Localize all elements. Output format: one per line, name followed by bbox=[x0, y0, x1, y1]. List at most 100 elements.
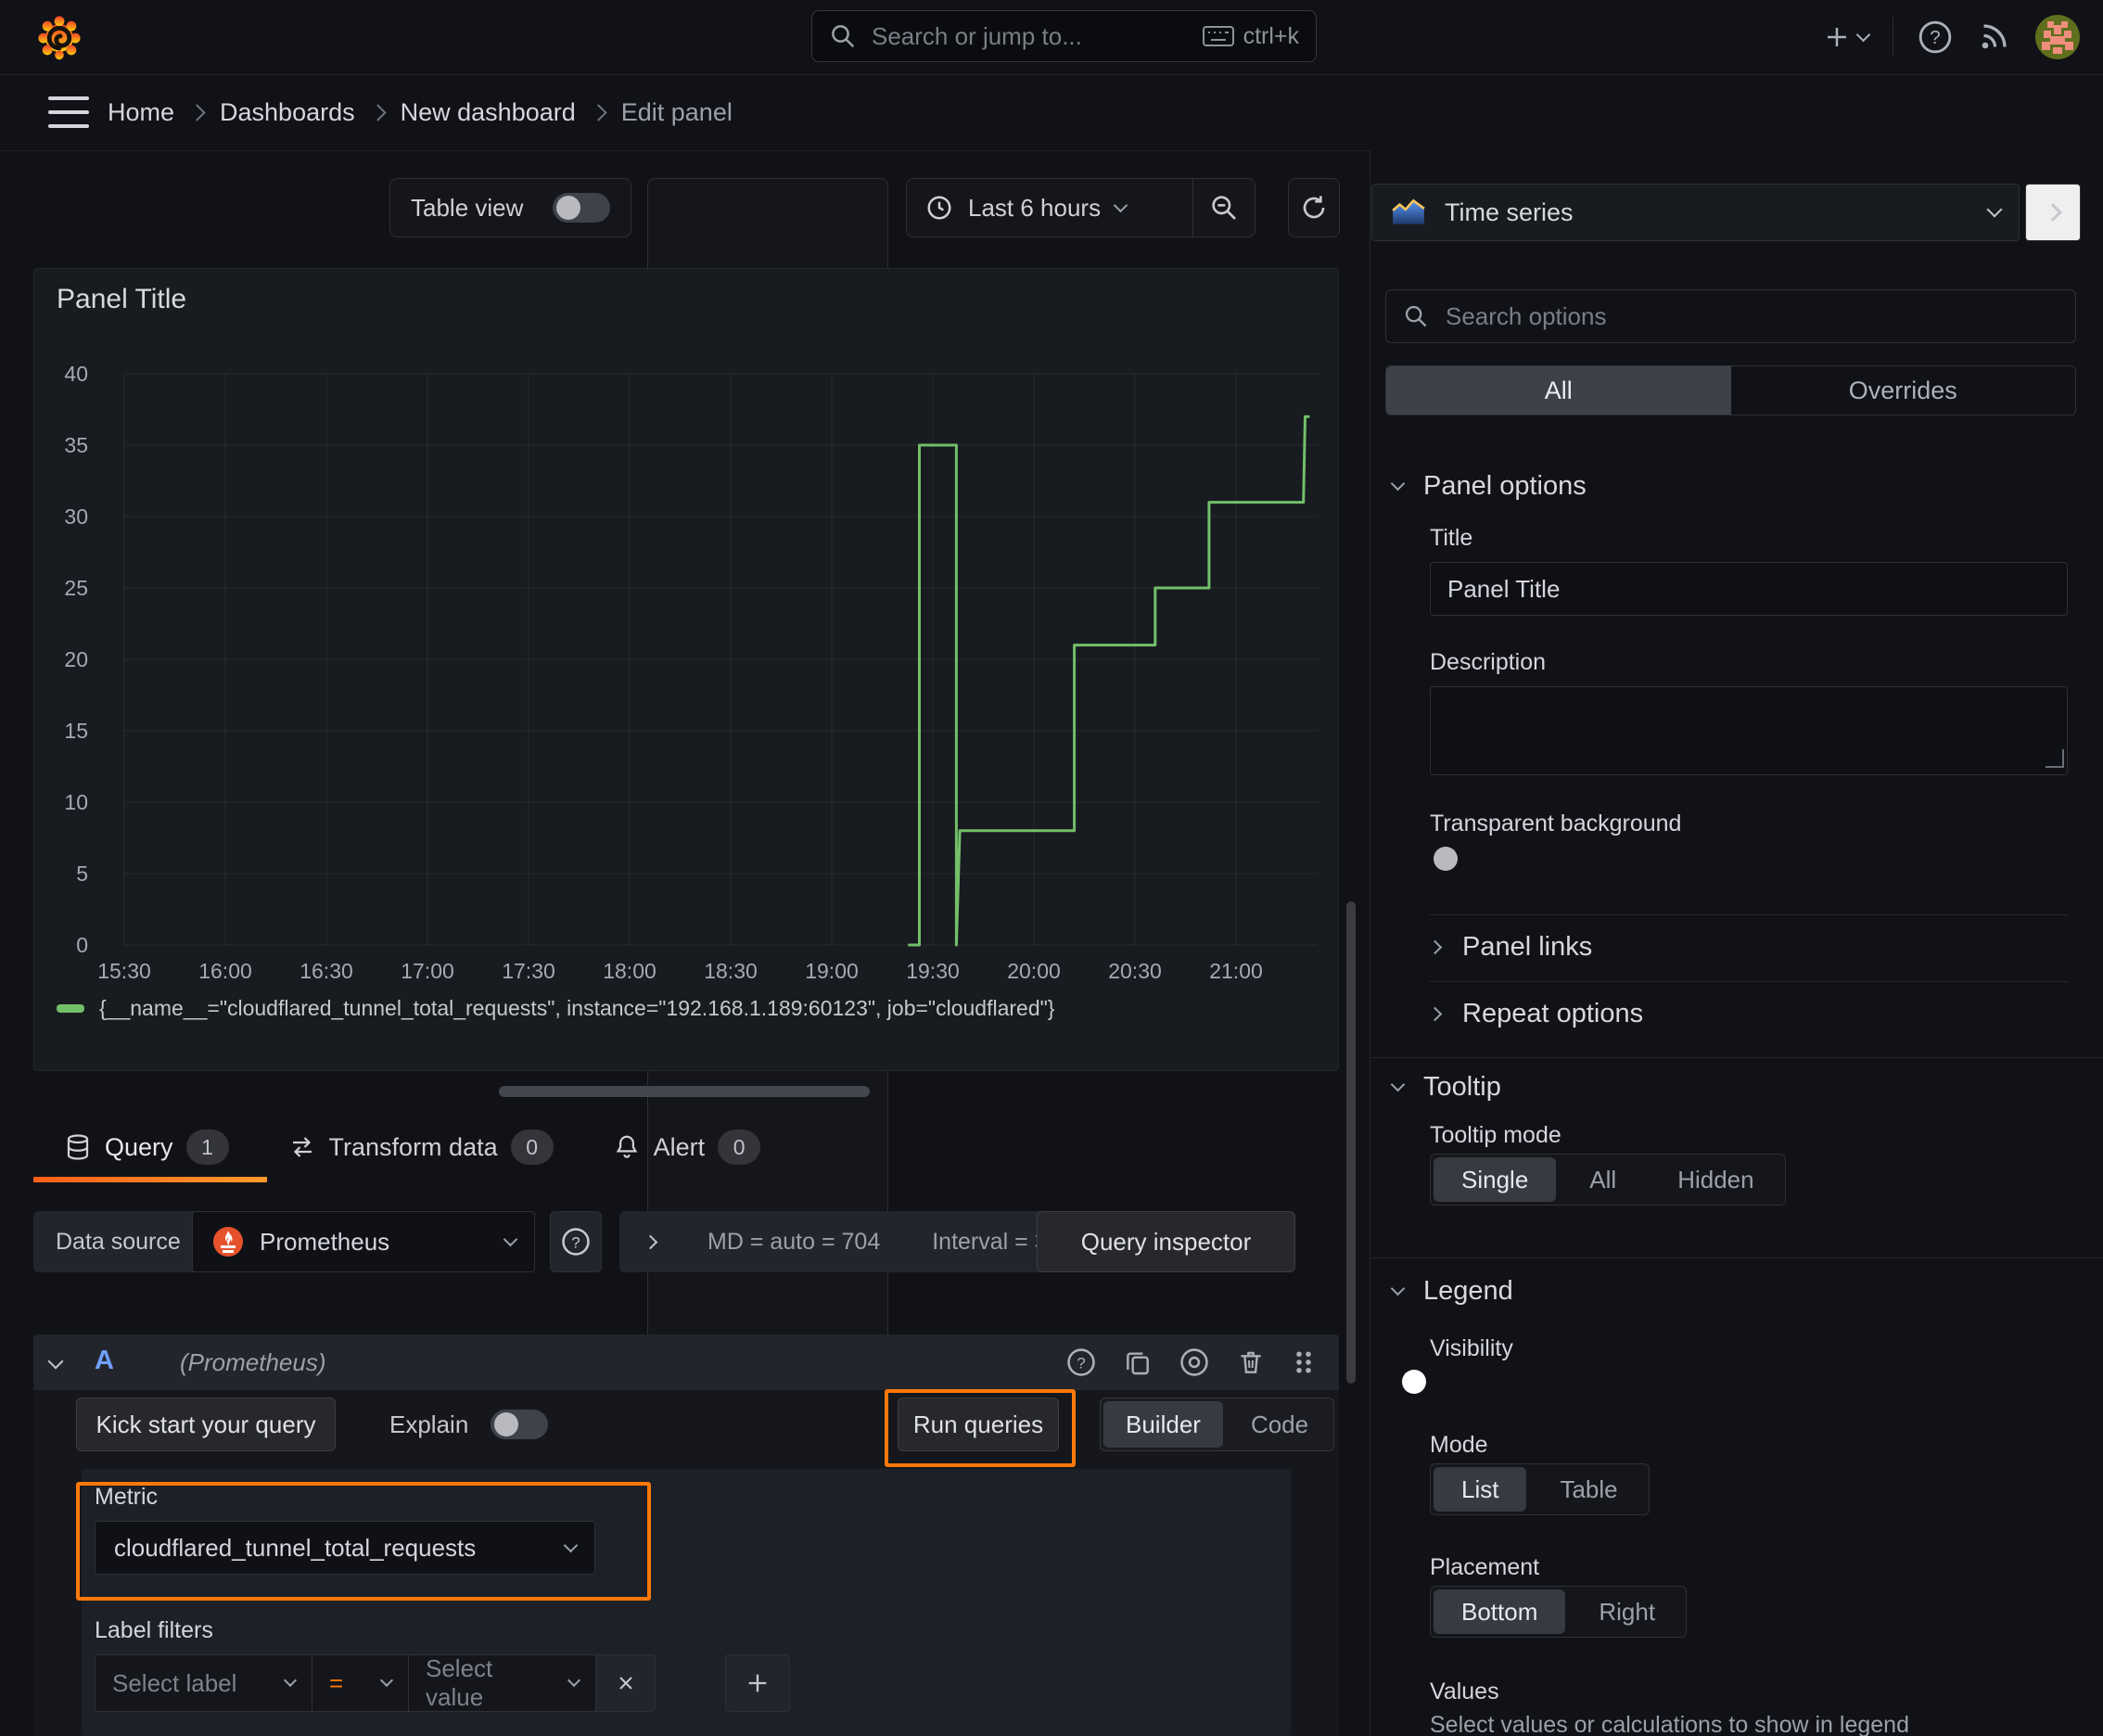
tooltip-all-option[interactable]: All bbox=[1561, 1157, 1644, 1202]
duplicate-query-icon[interactable] bbox=[1123, 1347, 1153, 1377]
operator-dropdown[interactable]: = bbox=[312, 1654, 409, 1712]
divider bbox=[1430, 914, 2068, 915]
tab-overrides[interactable]: Overrides bbox=[1731, 366, 2076, 415]
metric-select[interactable]: cloudflared_tunnel_total_requests bbox=[95, 1521, 595, 1575]
query-inspector-button[interactable]: Query inspector bbox=[1037, 1211, 1295, 1272]
legend-heading: Legend bbox=[1423, 1276, 1513, 1306]
tab-all[interactable]: All bbox=[1386, 366, 1731, 415]
menu-toggle-icon[interactable] bbox=[48, 96, 89, 128]
refresh-button[interactable] bbox=[1288, 178, 1340, 237]
tooltip-section-header[interactable]: Tooltip bbox=[1390, 1072, 1501, 1103]
add-new-button[interactable] bbox=[1823, 23, 1871, 51]
tab-transform[interactable]: Transform data 0 bbox=[288, 1130, 554, 1165]
tooltip-hidden-option[interactable]: Hidden bbox=[1650, 1157, 1781, 1202]
svg-text:?: ? bbox=[1077, 1354, 1085, 1372]
series-label[interactable]: {__name__="cloudflared_tunnel_total_requ… bbox=[99, 996, 1054, 1021]
search-input[interactable] bbox=[870, 20, 1190, 52]
svg-text:15: 15 bbox=[64, 719, 88, 743]
select-label-dropdown[interactable]: Select label bbox=[95, 1654, 312, 1712]
news-button[interactable] bbox=[1977, 20, 2010, 54]
tooltip-heading: Tooltip bbox=[1423, 1072, 1501, 1102]
explain-toggle[interactable] bbox=[491, 1410, 549, 1439]
panel-title-input[interactable] bbox=[1430, 562, 2068, 616]
query-ref-id[interactable]: A bbox=[95, 1346, 114, 1376]
placement-bottom-option[interactable]: Bottom bbox=[1434, 1589, 1566, 1634]
zoom-out-icon bbox=[1212, 196, 1236, 220]
tab-query[interactable]: Query 1 bbox=[64, 1130, 229, 1165]
datasource-help-button[interactable]: ? bbox=[550, 1211, 602, 1272]
top-nav-actions: ? bbox=[1823, 0, 2081, 74]
chevron-down-icon[interactable] bbox=[47, 1353, 64, 1372]
drag-handle-icon[interactable] bbox=[1292, 1348, 1316, 1376]
legend-section-header[interactable]: Legend bbox=[1390, 1276, 1513, 1307]
remove-filter-button[interactable] bbox=[596, 1654, 656, 1712]
options-search[interactable] bbox=[1385, 289, 2076, 343]
delete-query-icon[interactable] bbox=[1236, 1347, 1266, 1377]
run-queries-button[interactable]: Run queries bbox=[898, 1398, 1059, 1451]
tooltip-mode-label: Tooltip mode bbox=[1430, 1122, 1561, 1148]
code-option[interactable]: Code bbox=[1229, 1401, 1331, 1448]
time-range-picker[interactable]: Last 6 hours bbox=[907, 179, 1192, 236]
svg-text:20:00: 20:00 bbox=[1007, 959, 1061, 983]
global-search[interactable]: ctrl+k bbox=[811, 10, 1317, 62]
chart-legend: {__name__="cloudflared_tunnel_total_requ… bbox=[57, 996, 1054, 1021]
panel-description-textarea[interactable] bbox=[1430, 686, 2068, 775]
breadcrumb-new-dashboard[interactable]: New dashboard bbox=[401, 98, 576, 127]
legend-mode-segment: List Table bbox=[1430, 1463, 1650, 1515]
series-color-swatch[interactable] bbox=[57, 1004, 84, 1013]
resize-handle[interactable] bbox=[499, 1086, 870, 1097]
breadcrumb-dashboards[interactable]: Dashboards bbox=[220, 98, 355, 127]
grafana-logo-icon[interactable] bbox=[35, 11, 83, 63]
svg-text:5: 5 bbox=[76, 862, 88, 886]
tab-alert[interactable]: Alert 0 bbox=[613, 1130, 761, 1165]
legend-list-option[interactable]: List bbox=[1434, 1467, 1527, 1512]
close-icon bbox=[618, 1677, 632, 1690]
add-filter-button[interactable] bbox=[725, 1654, 790, 1712]
placement-right-option[interactable]: Right bbox=[1571, 1589, 1683, 1634]
transform-icon bbox=[292, 1137, 312, 1157]
datasource-name: Prometheus bbox=[260, 1227, 390, 1256]
breadcrumb-home[interactable]: Home bbox=[108, 98, 174, 127]
collapse-sidebar-button[interactable] bbox=[2025, 184, 2081, 241]
legend-table-option[interactable]: Table bbox=[1532, 1467, 1645, 1512]
toggle-query-visibility-icon[interactable] bbox=[1179, 1347, 1210, 1378]
svg-text:20: 20 bbox=[64, 647, 88, 671]
help-icon: ? bbox=[562, 1228, 590, 1256]
svg-text:40: 40 bbox=[64, 362, 88, 386]
query-row-header[interactable]: A (Prometheus) ? bbox=[33, 1334, 1339, 1390]
svg-text:15:30: 15:30 bbox=[97, 959, 151, 983]
visualization-picker[interactable]: Time series bbox=[1371, 184, 2020, 241]
query-row-actions: ? bbox=[1065, 1334, 1316, 1390]
datasource-row: Data source Prometheus ? MD = auto = 704… bbox=[33, 1211, 1339, 1272]
explain-label: Explain bbox=[389, 1410, 469, 1438]
select-value-dropdown[interactable]: Select value bbox=[409, 1654, 596, 1712]
query-help-icon[interactable]: ? bbox=[1065, 1347, 1097, 1378]
svg-text:18:00: 18:00 bbox=[603, 959, 656, 983]
builder-option[interactable]: Builder bbox=[1103, 1401, 1223, 1448]
panel-options-section-header[interactable]: Panel options bbox=[1390, 471, 1587, 502]
tooltip-single-option[interactable]: Single bbox=[1434, 1157, 1557, 1202]
chevron-right-icon bbox=[643, 1234, 658, 1249]
svg-text:10: 10 bbox=[64, 790, 88, 814]
options-search-input[interactable] bbox=[1444, 300, 2058, 332]
datasource-picker[interactable]: Prometheus bbox=[192, 1211, 535, 1272]
editor-tabs: Query 1 Transform data 0 Alert 0 bbox=[33, 1118, 761, 1176]
time-series-chart[interactable]: 0 5 10 15 20 25 30 35 40 15:30 16:00 16:30 17:00 17:3… bbox=[34, 269, 1338, 992]
table-view-toggle[interactable] bbox=[553, 193, 610, 223]
panel-links-section[interactable]: Panel links bbox=[1427, 924, 1592, 970]
user-avatar[interactable] bbox=[2034, 14, 2081, 60]
breadcrumb: Home Dashboards New dashboard Edit panel bbox=[108, 74, 733, 150]
svg-text:16:00: 16:00 bbox=[198, 959, 252, 983]
clock-icon bbox=[927, 196, 951, 220]
rss-icon bbox=[1982, 24, 2007, 49]
kickstart-query-button[interactable]: Kick start your query bbox=[76, 1398, 336, 1451]
repeat-options-section[interactable]: Repeat options bbox=[1427, 990, 1644, 1037]
scrollbar-thumb[interactable] bbox=[1346, 901, 1356, 1384]
zoom-out-button[interactable] bbox=[1193, 179, 1255, 236]
repeat-options-heading: Repeat options bbox=[1462, 998, 1644, 1028]
help-button[interactable]: ? bbox=[1918, 19, 1953, 55]
viz-type-name: Time series bbox=[1445, 198, 1574, 226]
legend-values-label: Values bbox=[1430, 1679, 1499, 1704]
svg-text:17:30: 17:30 bbox=[502, 959, 555, 983]
search-icon bbox=[829, 22, 857, 50]
